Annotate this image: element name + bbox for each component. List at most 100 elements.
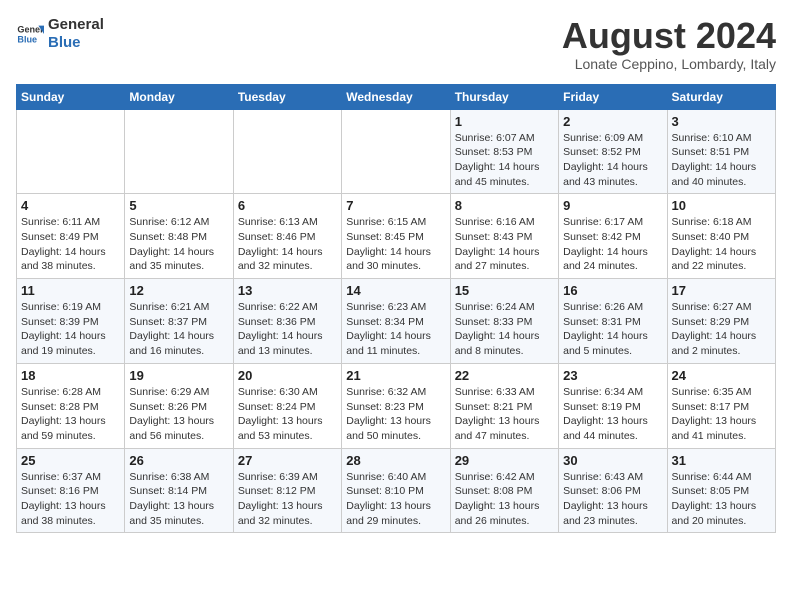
day-info: Sunrise: 6:16 AM Sunset: 8:43 PM Dayligh… xyxy=(455,215,554,274)
calendar-cell: 4Sunrise: 6:11 AM Sunset: 8:49 PM Daylig… xyxy=(17,194,125,279)
svg-text:Blue: Blue xyxy=(17,34,37,44)
calendar-cell: 8 Sunrise: 6:16 AM Sunset: 8:43 PM Daylig… xyxy=(450,194,558,279)
day-number: 14 xyxy=(346,283,445,298)
logo-text-blue: Blue xyxy=(48,34,104,52)
calendar-cell: 14 Sunrise: 6:23 AM Sunset: 8:34 PM Dayli… xyxy=(342,279,450,364)
calendar-cell xyxy=(342,109,450,194)
page-header: General Blue General Blue August 2024 Lo… xyxy=(16,16,776,72)
day-info: Sunrise: 6:18 AM Sunset: 8:40 PM Dayligh… xyxy=(672,215,771,274)
day-number: 19 xyxy=(129,368,228,383)
location: Lonate Ceppino, Lombardy, Italy xyxy=(562,56,776,72)
calendar-cell: 11 Sunrise: 6:19 AM Sunset: 8:39 PM Dayli… xyxy=(17,279,125,364)
calendar-cell: 7 Sunrise: 6:15 AM Sunset: 8:45 PM Daylig… xyxy=(342,194,450,279)
calendar-body: 1 Sunrise: 6:07 AM Sunset: 8:53 PM Daylig… xyxy=(17,109,776,533)
day-info: Sunrise: 6:40 AM Sunset: 8:10 PM Dayligh… xyxy=(346,470,445,529)
week-row-4: 18Sunrise: 6:28 AM Sunset: 8:28 PM Dayli… xyxy=(17,363,776,448)
logo-icon: General Blue xyxy=(16,20,44,48)
day-number: 26 xyxy=(129,453,228,468)
calendar-cell: 20 Sunrise: 6:30 AM Sunset: 8:24 PM Dayli… xyxy=(233,363,341,448)
calendar-cell: 17 Sunrise: 6:27 AM Sunset: 8:29 PM Dayli… xyxy=(667,279,775,364)
day-info: Sunrise: 6:15 AM Sunset: 8:45 PM Dayligh… xyxy=(346,215,445,274)
day-number: 20 xyxy=(238,368,337,383)
day-info: Sunrise: 6:29 AM Sunset: 8:26 PM Dayligh… xyxy=(129,385,228,444)
day-number: 11 xyxy=(21,283,120,298)
day-number: 6 xyxy=(238,198,337,213)
calendar-cell: 3 Sunrise: 6:10 AM Sunset: 8:51 PM Daylig… xyxy=(667,109,775,194)
calendar-cell: 26 Sunrise: 6:38 AM Sunset: 8:14 PM Dayli… xyxy=(125,448,233,533)
calendar-cell: 29Sunrise: 6:42 AM Sunset: 8:08 PM Dayli… xyxy=(450,448,558,533)
day-number: 5 xyxy=(129,198,228,213)
title-block: August 2024 Lonate Ceppino, Lombardy, It… xyxy=(562,16,776,72)
day-number: 23 xyxy=(563,368,662,383)
day-number: 28 xyxy=(346,453,445,468)
header-cell-tuesday: Tuesday xyxy=(233,84,341,109)
day-info: Sunrise: 6:11 AM Sunset: 8:49 PM Dayligh… xyxy=(21,215,120,274)
header-cell-sunday: Sunday xyxy=(17,84,125,109)
calendar-cell: 15 Sunrise: 6:24 AM Sunset: 8:33 PM Dayli… xyxy=(450,279,558,364)
day-info: Sunrise: 6:23 AM Sunset: 8:34 PM Dayligh… xyxy=(346,300,445,359)
day-number: 7 xyxy=(346,198,445,213)
day-number: 9 xyxy=(563,198,662,213)
day-info: Sunrise: 6:39 AM Sunset: 8:12 PM Dayligh… xyxy=(238,470,337,529)
day-number: 2 xyxy=(563,114,662,129)
week-row-5: 25Sunrise: 6:37 AM Sunset: 8:16 PM Dayli… xyxy=(17,448,776,533)
calendar-cell: 27Sunrise: 6:39 AM Sunset: 8:12 PM Dayli… xyxy=(233,448,341,533)
day-info: Sunrise: 6:24 AM Sunset: 8:33 PM Dayligh… xyxy=(455,300,554,359)
header-cell-thursday: Thursday xyxy=(450,84,558,109)
calendar-cell: 23 Sunrise: 6:34 AM Sunset: 8:19 PM Dayli… xyxy=(559,363,667,448)
calendar-cell: 19 Sunrise: 6:29 AM Sunset: 8:26 PM Dayli… xyxy=(125,363,233,448)
day-number: 31 xyxy=(672,453,771,468)
day-number: 1 xyxy=(455,114,554,129)
calendar-cell: 6Sunrise: 6:13 AM Sunset: 8:46 PM Daylig… xyxy=(233,194,341,279)
day-info: Sunrise: 6:33 AM Sunset: 8:21 PM Dayligh… xyxy=(455,385,554,444)
day-info: Sunrise: 6:38 AM Sunset: 8:14 PM Dayligh… xyxy=(129,470,228,529)
day-info: Sunrise: 6:10 AM Sunset: 8:51 PM Dayligh… xyxy=(672,131,771,190)
day-info: Sunrise: 6:34 AM Sunset: 8:19 PM Dayligh… xyxy=(563,385,662,444)
day-number: 29 xyxy=(455,453,554,468)
day-number: 3 xyxy=(672,114,771,129)
day-number: 8 xyxy=(455,198,554,213)
week-row-1: 1 Sunrise: 6:07 AM Sunset: 8:53 PM Daylig… xyxy=(17,109,776,194)
header-cell-monday: Monday xyxy=(125,84,233,109)
day-info: Sunrise: 6:19 AM Sunset: 8:39 PM Dayligh… xyxy=(21,300,120,359)
header-cell-friday: Friday xyxy=(559,84,667,109)
calendar-cell: 12 Sunrise: 6:21 AM Sunset: 8:37 PM Dayli… xyxy=(125,279,233,364)
logo-text: General xyxy=(48,16,104,34)
day-number: 30 xyxy=(563,453,662,468)
day-number: 16 xyxy=(563,283,662,298)
day-info: Sunrise: 6:09 AM Sunset: 8:52 PM Dayligh… xyxy=(563,131,662,190)
day-info: Sunrise: 6:27 AM Sunset: 8:29 PM Dayligh… xyxy=(672,300,771,359)
calendar-table: SundayMondayTuesdayWednesdayThursdayFrid… xyxy=(16,84,776,534)
calendar-cell: 16Sunrise: 6:26 AM Sunset: 8:31 PM Dayli… xyxy=(559,279,667,364)
week-row-2: 4Sunrise: 6:11 AM Sunset: 8:49 PM Daylig… xyxy=(17,194,776,279)
header-cell-wednesday: Wednesday xyxy=(342,84,450,109)
day-info: Sunrise: 6:30 AM Sunset: 8:24 PM Dayligh… xyxy=(238,385,337,444)
day-number: 13 xyxy=(238,283,337,298)
header-row: SundayMondayTuesdayWednesdayThursdayFrid… xyxy=(17,84,776,109)
calendar-cell: 31 Sunrise: 6:44 AM Sunset: 8:05 PM Dayli… xyxy=(667,448,775,533)
calendar-cell: 28 Sunrise: 6:40 AM Sunset: 8:10 PM Dayli… xyxy=(342,448,450,533)
day-info: Sunrise: 6:44 AM Sunset: 8:05 PM Dayligh… xyxy=(672,470,771,529)
day-number: 12 xyxy=(129,283,228,298)
week-row-3: 11 Sunrise: 6:19 AM Sunset: 8:39 PM Dayli… xyxy=(17,279,776,364)
calendar-cell: 5Sunrise: 6:12 AM Sunset: 8:48 PM Daylig… xyxy=(125,194,233,279)
calendar-cell: 18Sunrise: 6:28 AM Sunset: 8:28 PM Dayli… xyxy=(17,363,125,448)
day-info: Sunrise: 6:21 AM Sunset: 8:37 PM Dayligh… xyxy=(129,300,228,359)
calendar-cell: 22Sunrise: 6:33 AM Sunset: 8:21 PM Dayli… xyxy=(450,363,558,448)
calendar-cell: 25Sunrise: 6:37 AM Sunset: 8:16 PM Dayli… xyxy=(17,448,125,533)
day-number: 17 xyxy=(672,283,771,298)
day-info: Sunrise: 6:32 AM Sunset: 8:23 PM Dayligh… xyxy=(346,385,445,444)
calendar-cell: 13Sunrise: 6:22 AM Sunset: 8:36 PM Dayli… xyxy=(233,279,341,364)
calendar-cell: 24 Sunrise: 6:35 AM Sunset: 8:17 PM Dayli… xyxy=(667,363,775,448)
day-info: Sunrise: 6:35 AM Sunset: 8:17 PM Dayligh… xyxy=(672,385,771,444)
calendar-cell: 9 Sunrise: 6:17 AM Sunset: 8:42 PM Daylig… xyxy=(559,194,667,279)
day-info: Sunrise: 6:17 AM Sunset: 8:42 PM Dayligh… xyxy=(563,215,662,274)
day-info: Sunrise: 6:07 AM Sunset: 8:53 PM Dayligh… xyxy=(455,131,554,190)
day-number: 21 xyxy=(346,368,445,383)
calendar-header: SundayMondayTuesdayWednesdayThursdayFrid… xyxy=(17,84,776,109)
day-number: 25 xyxy=(21,453,120,468)
header-cell-saturday: Saturday xyxy=(667,84,775,109)
calendar-cell: 10Sunrise: 6:18 AM Sunset: 8:40 PM Dayli… xyxy=(667,194,775,279)
day-number: 15 xyxy=(455,283,554,298)
day-number: 24 xyxy=(672,368,771,383)
